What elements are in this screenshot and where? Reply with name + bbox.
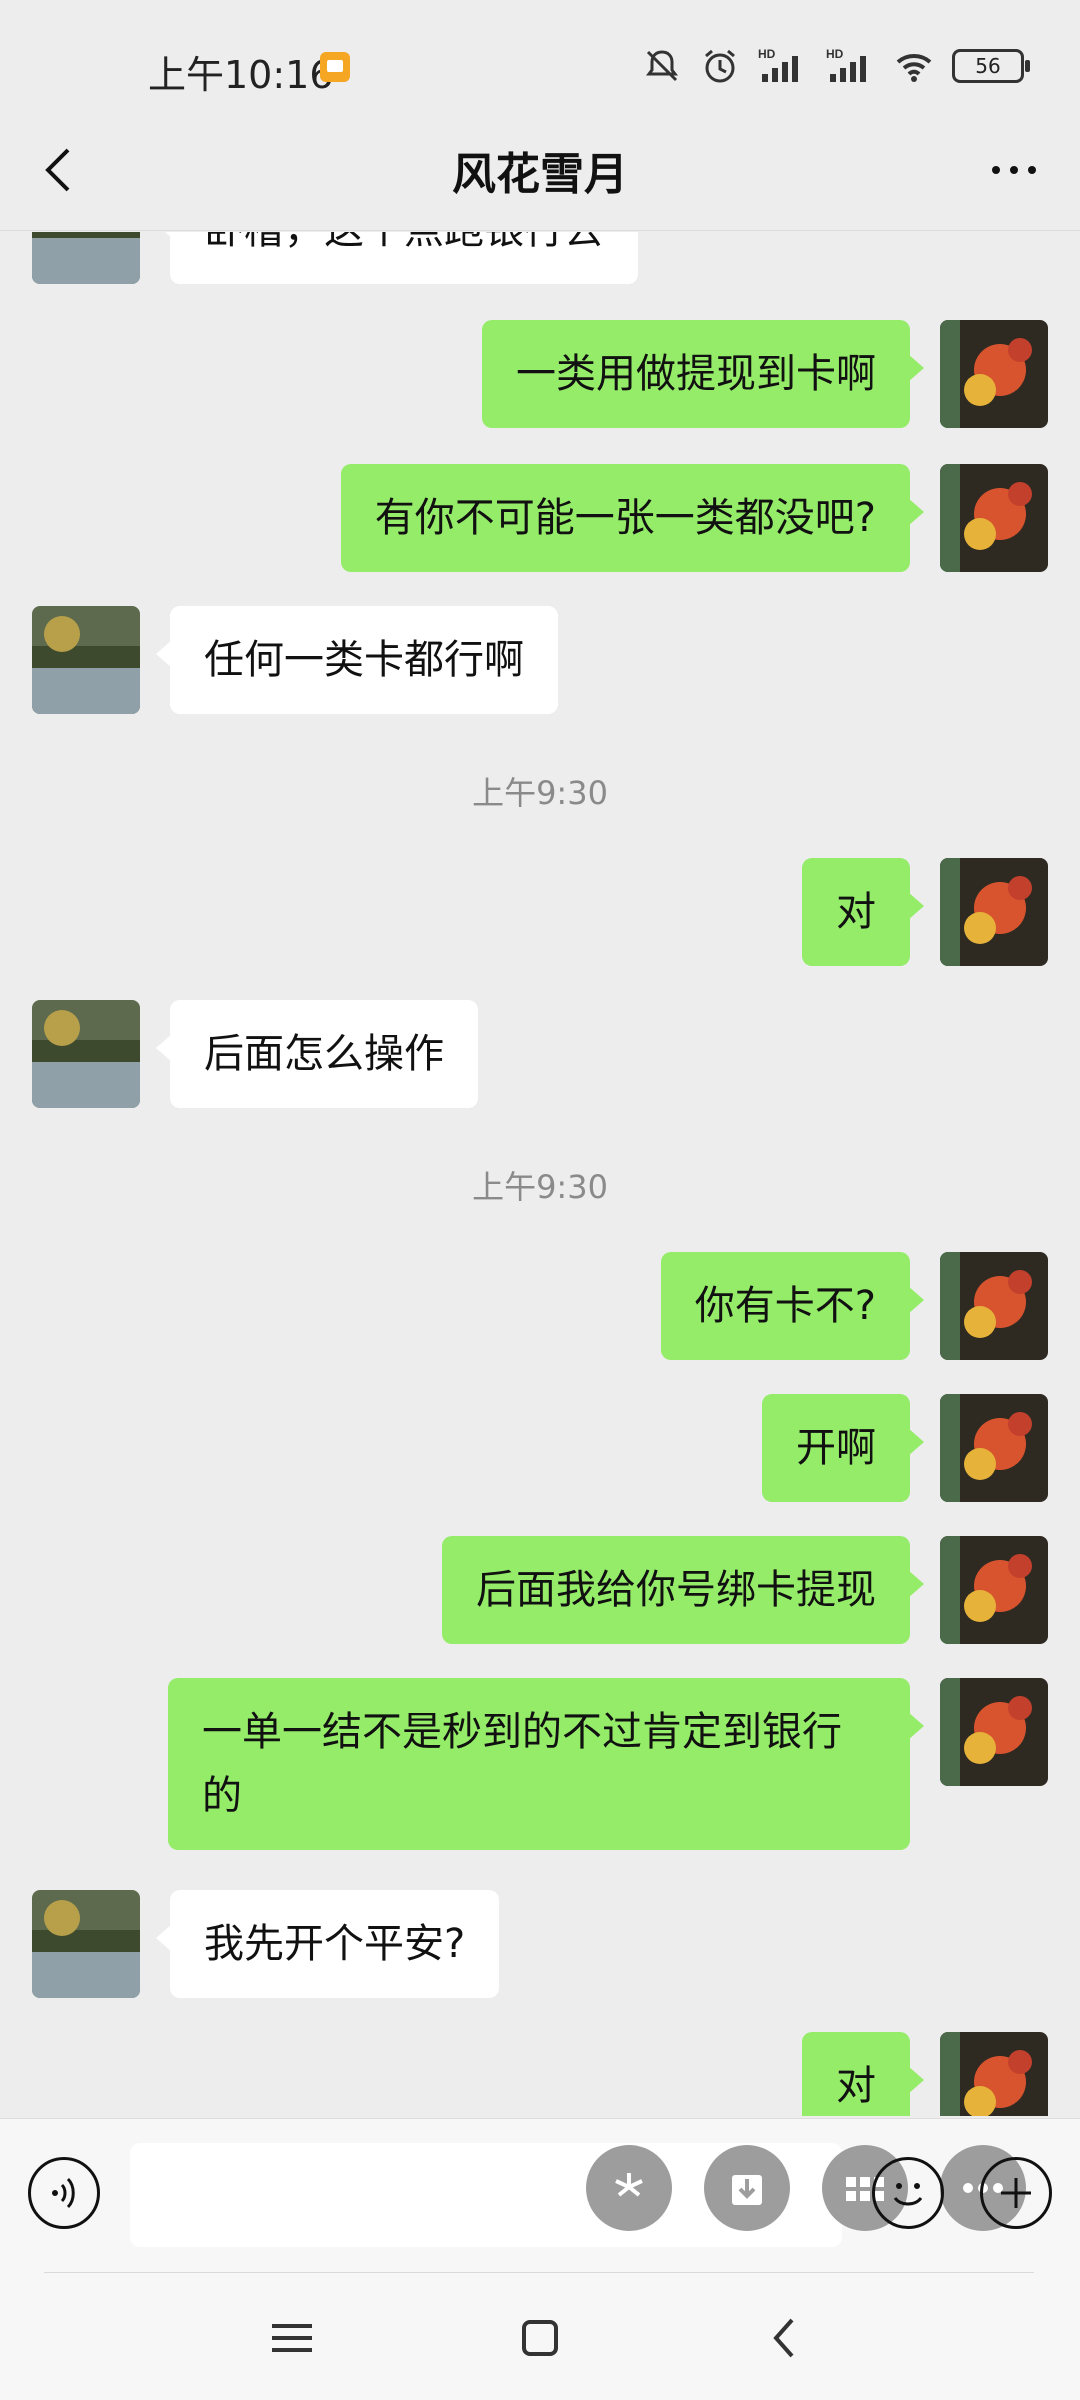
self-avatar[interactable] — [940, 858, 1048, 966]
spark-icon[interactable] — [586, 2145, 672, 2231]
message-bubble-sent[interactable]: 对 — [802, 2032, 924, 2116]
self-avatar[interactable] — [940, 464, 1048, 572]
message-bubble-received[interactable]: 任何一类卡都行啊 — [156, 606, 558, 714]
back-nav-icon[interactable] — [756, 2308, 816, 2368]
timestamp: 上午9:30 — [472, 774, 608, 812]
divider — [44, 2272, 1034, 2273]
self-avatar[interactable] — [940, 1678, 1048, 1786]
self-avatar[interactable] — [940, 320, 1048, 428]
self-avatar[interactable] — [940, 1536, 1048, 1644]
alarm-icon — [705, 49, 735, 83]
contact-avatar[interactable] — [32, 232, 140, 284]
message-list[interactable]: 卧槽，这个点跑银行去 一类用做提现到卡啊 有你不可能一张一类都没吧? 任何一类卡… — [0, 232, 1080, 2116]
contact-avatar[interactable] — [32, 1890, 140, 1998]
notification-icon — [320, 52, 350, 82]
signal-hd-1-icon: HD — [758, 47, 798, 82]
status-time: 上午10:16 — [148, 53, 334, 97]
svg-text:HD: HD — [826, 47, 844, 61]
emoji-icon[interactable] — [872, 2157, 944, 2229]
input-bar — [0, 2118, 1080, 2279]
battery-indicator: 56 — [952, 49, 1030, 83]
message-bubble-sent[interactable]: 你有卡不? — [660, 1252, 925, 1360]
self-avatar[interactable] — [940, 2032, 1048, 2116]
signal-hd-2-icon: HD — [826, 47, 866, 82]
message-bubble-sent[interactable]: 对 — [802, 858, 924, 966]
wifi-icon — [896, 54, 932, 82]
message-bubble-sent[interactable]: 开啊 — [762, 1394, 924, 1502]
self-avatar[interactable] — [940, 1394, 1048, 1502]
download-icon[interactable] — [704, 2145, 790, 2231]
contact-avatar[interactable] — [32, 606, 140, 714]
chat-header: 风花雪月 — [0, 110, 1080, 231]
self-avatar[interactable] — [940, 1252, 1048, 1360]
message-bubble-sent[interactable]: 一类用做提现到卡啊 — [482, 320, 924, 428]
message-bubble-received[interactable]: 我先开个平安? — [155, 1890, 500, 1998]
menu-icon[interactable] — [262, 2308, 322, 2368]
contact-avatar[interactable] — [32, 1000, 140, 1108]
status-icons: HD HD 56 — [642, 46, 1030, 86]
message-bubble-sent[interactable]: 后面我给你号绑卡提现 — [442, 1536, 924, 1644]
message-bubble-received[interactable]: 卧槽，这个点跑银行去 — [156, 232, 638, 284]
plus-icon[interactable] — [980, 2157, 1052, 2229]
chat-title: 风花雪月 — [452, 149, 628, 200]
message-bubble-sent[interactable]: 有你不可能一张一类都没吧? — [340, 464, 925, 572]
mute-bell-icon — [646, 50, 678, 82]
svg-text:HD: HD — [758, 47, 776, 61]
message-bubble-received[interactable]: 后面怎么操作 — [156, 1000, 478, 1108]
more-dots-icon[interactable] — [984, 140, 1044, 200]
home-icon[interactable] — [510, 2308, 570, 2368]
system-nav-bar — [0, 2272, 1080, 2400]
timestamp: 上午9:30 — [472, 1168, 608, 1206]
voice-icon[interactable] — [28, 2157, 100, 2229]
message-bubble-sent[interactable]: 一单一结不是秒到的不过肯定到银行的 — [168, 1678, 924, 1850]
